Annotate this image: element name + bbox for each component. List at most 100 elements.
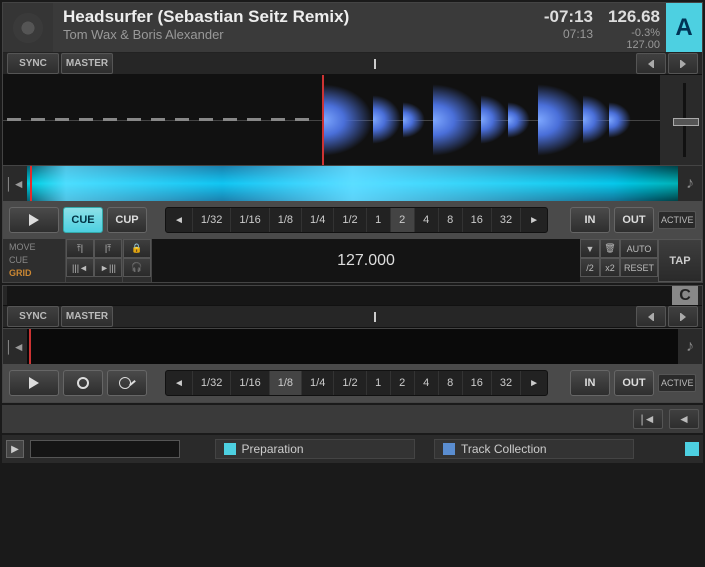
set-gridmarker-button[interactable]: ▼ [580, 239, 600, 258]
beatjump-prev-c[interactable]: ◄ [166, 371, 193, 395]
beatjump-c-1-4[interactable]: 1/4 [302, 371, 334, 395]
overview-playhead [30, 166, 32, 201]
beatjump-prev[interactable]: ◄ [166, 208, 193, 232]
track-title: Headsurfer (Sebastian Seitz Remix) [63, 7, 511, 27]
deck-a: Headsurfer (Sebastian Seitz Remix) Tom W… [2, 2, 703, 283]
record-button-c[interactable] [63, 370, 103, 396]
tempo-fader[interactable] [660, 75, 702, 165]
bpm-display[interactable]: 127.000 [152, 239, 580, 282]
grid-labels: MOVE CUE GRID [3, 239, 65, 282]
right-icon [681, 60, 686, 68]
beatjump-1-16[interactable]: 1/16 [231, 208, 269, 232]
beatjump-1-32[interactable]: 1/32 [193, 208, 231, 232]
beatjump-c-1-16[interactable]: 1/16 [231, 371, 269, 395]
sync-button[interactable]: SYNC [7, 53, 59, 74]
collection-label: Track Collection [461, 442, 547, 456]
record-icon [77, 377, 89, 389]
bpm-double-button[interactable]: x2 [600, 258, 620, 277]
fader-thumb[interactable] [673, 118, 699, 126]
beatjump-c-1[interactable]: 1 [367, 371, 391, 395]
beatjump-next[interactable]: ► [521, 208, 547, 232]
grid-nudge-left[interactable]: ⤒| [66, 239, 94, 258]
grid-cue-label: CUE [9, 254, 59, 267]
master-button-c[interactable]: MASTER [61, 306, 113, 327]
beatjump-c-32[interactable]: 32 [492, 371, 521, 395]
skip-start-button[interactable]: │◄ [3, 166, 27, 201]
preview-play-button[interactable]: ▶ [6, 440, 24, 458]
time-remaining: -07:13 [529, 7, 593, 27]
transport-row-c: ◄ 1/32 1/16 1/8 1/4 1/2 1 2 4 8 16 32 ► … [3, 364, 702, 402]
beatjump-8[interactable]: 8 [439, 208, 463, 232]
collection-column[interactable]: Track Collection [434, 439, 634, 459]
tempo-offset: -0.3% [607, 27, 660, 39]
skip-start-button-c[interactable]: │◄ [3, 329, 27, 364]
phase-meter-c [115, 306, 634, 327]
beatjump-c-4[interactable]: 4 [415, 371, 439, 395]
loop-in-button-c[interactable]: IN [570, 370, 610, 396]
phase-meter [115, 53, 634, 74]
tempo-display[interactable]: 126.68 -0.3% 127.00 [601, 3, 666, 52]
beatjump-1-8[interactable]: 1/8 [270, 208, 302, 232]
beatjump-c-1-8[interactable]: 1/8 [270, 371, 302, 395]
cup-button[interactable]: CUP [107, 207, 147, 233]
grid-move-label: MOVE [9, 241, 59, 254]
pitch-bend-down[interactable] [636, 53, 666, 74]
beatjump-c-1-32[interactable]: 1/32 [193, 371, 231, 395]
phase-center-tick-c [374, 312, 376, 322]
beatjump-next-c[interactable]: ► [521, 371, 547, 395]
beatjump-1-4[interactable]: 1/4 [302, 208, 334, 232]
beatjump-c-2[interactable]: 2 [391, 371, 415, 395]
history-prev-button[interactable]: ◄ [669, 409, 699, 429]
keylock-icon-c[interactable]: ♪ [678, 329, 702, 364]
deck-c-header-empty [7, 286, 672, 305]
beatjump-1-2[interactable]: 1/2 [334, 208, 366, 232]
sync-button-c[interactable]: SYNC [7, 306, 59, 327]
analysis-lock-button[interactable]: 🔒 [123, 239, 151, 258]
beatjump-4[interactable]: 4 [415, 208, 439, 232]
bpm-auto-button[interactable]: AUTO [620, 239, 658, 258]
bpm-half-button[interactable]: /2 [580, 258, 600, 277]
pitch-bend-up[interactable] [668, 53, 698, 74]
grid-shift-right[interactable]: ►||| [94, 258, 122, 277]
history-back-button[interactable]: |◄ [633, 409, 663, 429]
beatjump-2[interactable]: 2 [391, 208, 415, 232]
master-button[interactable]: MASTER [61, 53, 113, 74]
beatjump-1[interactable]: 1 [367, 208, 391, 232]
play-button-c[interactable] [9, 370, 59, 396]
playhead [322, 75, 324, 165]
browser-toggle-button[interactable] [685, 442, 699, 456]
bpm-reset-button[interactable]: RESET [620, 258, 658, 277]
grid-shift-left[interactable]: |||◄ [66, 258, 94, 277]
preparation-column[interactable]: Preparation [215, 439, 415, 459]
pitch-bend-down-c[interactable] [636, 306, 666, 327]
vinyl-button-c[interactable] [107, 370, 147, 396]
loop-out-button[interactable]: OUT [614, 207, 654, 233]
loop-active-button-c[interactable]: ACTIVE [658, 374, 696, 392]
cover-art[interactable] [3, 3, 53, 52]
waveform-overview-c[interactable] [27, 329, 678, 364]
beatjump-32[interactable]: 32 [492, 208, 521, 232]
waveform-overview[interactable] [27, 166, 678, 201]
tap-button[interactable]: TAP [658, 239, 702, 282]
cue-button[interactable]: CUE [63, 207, 103, 233]
track-info: Headsurfer (Sebastian Seitz Remix) Tom W… [53, 3, 521, 52]
deck-header: Headsurfer (Sebastian Seitz Remix) Tom W… [3, 3, 702, 53]
deck-letter-c[interactable]: C [672, 286, 698, 305]
pitch-bend-up-c[interactable] [668, 306, 698, 327]
delete-gridmarker-button[interactable]: 🗑 [600, 239, 620, 258]
beatjump-c-16[interactable]: 16 [463, 371, 492, 395]
loop-active-button[interactable]: ACTIVE [658, 211, 696, 229]
grid-nudge-right[interactable]: |⤒ [94, 239, 122, 258]
headphone-cue-button[interactable]: 🎧 [123, 258, 151, 277]
waveform-main[interactable] [3, 75, 660, 165]
play-button[interactable] [9, 207, 59, 233]
beatjump-16[interactable]: 16 [463, 208, 492, 232]
beatjump-c-8[interactable]: 8 [439, 371, 463, 395]
deck-letter[interactable]: A [666, 3, 702, 52]
keylock-icon[interactable]: ♪ [678, 166, 702, 201]
beatjump-c-1-2[interactable]: 1/2 [334, 371, 366, 395]
loop-out-button-c[interactable]: OUT [614, 370, 654, 396]
search-input[interactable] [30, 440, 180, 458]
time-display[interactable]: -07:13 07:13 [521, 3, 601, 52]
loop-in-button[interactable]: IN [570, 207, 610, 233]
